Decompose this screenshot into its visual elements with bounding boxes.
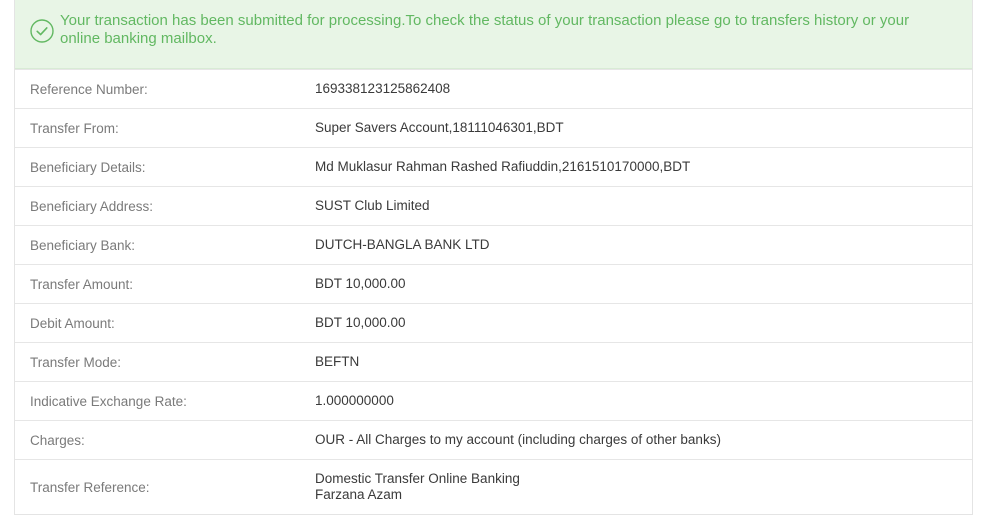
success-message: Your transaction has been submitted for …: [60, 12, 910, 47]
detail-value: BDT 10,000.00: [315, 315, 406, 330]
detail-value-line: Domestic Transfer Online Banking: [315, 471, 520, 486]
detail-row-beneficiary-address: Beneficiary Address: SUST Club Limited: [15, 186, 972, 225]
detail-label: Beneficiary Details:: [30, 159, 146, 175]
detail-value: BEFTN: [315, 354, 360, 369]
detail-label: Debit Amount:: [30, 315, 115, 331]
detail-label: Beneficiary Address:: [30, 198, 154, 214]
detail-row-transfer-mode: Transfer Mode: BEFTN: [15, 342, 972, 381]
detail-label: Beneficiary Bank:: [30, 237, 136, 253]
detail-value: 169338123125862408: [315, 81, 451, 96]
detail-value: SUST Club Limited: [315, 198, 430, 213]
detail-row-transfer-from: Transfer From: Super Savers Account,1811…: [15, 108, 972, 147]
transaction-confirmation-panel: Your transaction has been submitted for …: [14, 0, 973, 515]
detail-row-transfer-amount: Transfer Amount: BDT 10,000.00: [15, 264, 972, 303]
detail-label: Transfer Reference:: [30, 479, 150, 495]
detail-value: 1.000000000: [315, 393, 394, 408]
success-alert: Your transaction has been submitted for …: [15, 0, 972, 69]
detail-label: Transfer Amount:: [30, 276, 134, 292]
detail-value: DUTCH-BANGLA BANK LTD: [315, 237, 490, 252]
detail-row-transfer-reference: Transfer Reference: Domestic Transfer On…: [15, 459, 972, 514]
detail-value: BDT 10,000.00: [315, 276, 406, 291]
detail-value-line: Farzana Azam: [315, 487, 403, 502]
detail-label: Indicative Exchange Rate:: [30, 393, 187, 409]
detail-row-reference-number: Reference Number: 169338123125862408: [15, 69, 972, 108]
check-circle-icon: [30, 19, 54, 43]
detail-row-charges: Charges: OUR - All Charges to my account…: [15, 420, 972, 459]
detail-value: Md Muklasur Rahman Rashed Rafiuddin,2161…: [315, 159, 691, 174]
detail-label: Transfer From:: [30, 120, 119, 136]
detail-label: Transfer Mode:: [30, 354, 122, 370]
detail-value: Super Savers Account,18111046301,BDT: [315, 120, 564, 135]
detail-label: Reference Number:: [30, 81, 148, 97]
detail-row-beneficiary-bank: Beneficiary Bank: DUTCH-BANGLA BANK LTD: [15, 225, 972, 264]
detail-value: OUR - All Charges to my account (includi…: [315, 432, 721, 447]
detail-label: Charges:: [30, 432, 85, 448]
detail-row-debit-amount: Debit Amount: BDT 10,000.00: [15, 303, 972, 342]
detail-row-beneficiary-details: Beneficiary Details: Md Muklasur Rahman …: [15, 147, 972, 186]
detail-value: Domestic Transfer Online Banking Farzana…: [315, 471, 520, 503]
detail-row-exchange-rate: Indicative Exchange Rate: 1.000000000: [15, 381, 972, 420]
